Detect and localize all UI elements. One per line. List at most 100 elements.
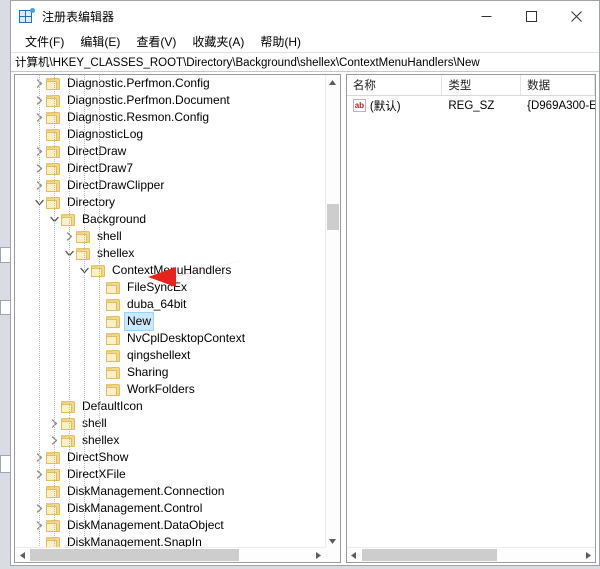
folder-icon [106,298,120,311]
tree-item-label: DefaultIcon [82,399,143,413]
menu-item-view[interactable]: 查看(V) [128,32,184,51]
tree-hscroll-thumb[interactable] [30,549,239,561]
tree-item[interactable]: FileSyncEx [15,279,326,296]
tree-item-label: New [124,312,155,331]
tree-item-label: qingshellext [127,348,191,362]
tree-item-label: DiskManagement.SnapIn [67,535,202,548]
tree-horizontal-scrollbar[interactable] [15,547,326,562]
folder-icon [76,247,90,260]
tree-vertical-scrollbar[interactable] [324,75,340,548]
tree-item-selected[interactable]: New [15,312,326,331]
tree-guide-line [54,75,55,548]
tree-item[interactable]: qingshellext [15,347,326,364]
tree-item[interactable]: Diagnostic.Resmon.Config [15,109,326,126]
folder-icon [46,111,60,124]
tree-item-label: DirectXFile [67,467,126,481]
folder-icon [76,230,90,243]
menu-item-favorites[interactable]: 收藏夹(A) [184,32,252,51]
menu-item-help[interactable]: 帮助(H) [252,32,309,51]
tree-item[interactable]: shell [15,415,326,432]
editor-body: Diagnostic.Perfmon.Config Diagnostic.Perf… [11,72,599,565]
tree-item[interactable]: DirectShow [15,449,326,466]
folder-icon [61,400,75,413]
tree-guide-line [84,75,85,548]
folder-icon [46,77,60,90]
tree-item[interactable]: DiskManagement.SnapIn [15,534,326,548]
list-hscroll-thumb[interactable] [361,549,497,561]
column-header-label: 名称 [352,80,376,92]
tree-item[interactable]: Sharing [15,364,326,381]
tree-scroll-down-arrow[interactable] [326,534,340,548]
tree-item-label: FileSyncEx [127,280,188,294]
column-header-data[interactable]: 数据 [521,75,595,95]
tree-item[interactable]: Directory [15,194,326,211]
close-button[interactable] [554,1,599,31]
folder-icon [46,94,60,107]
value-list-rows: ab (默认) REG_SZ {D969A300-E [347,96,595,115]
window-title: 注册表编辑器 [42,9,115,24]
tree-item-label: DirectDraw7 [67,161,134,175]
column-header-name[interactable]: 名称 [347,75,443,95]
tree-item[interactable]: DefaultIcon [15,398,326,415]
tree-item[interactable]: DiskManagement.Connection [15,483,326,500]
tree-scroll-thumb[interactable] [326,204,339,230]
tree-item[interactable]: Background [15,211,326,228]
maximize-button[interactable] [509,1,554,31]
folder-icon [106,315,120,328]
value-row[interactable]: ab (默认) REG_SZ {D969A300-E [347,96,595,115]
menu-item-file[interactable]: 文件(F) [17,32,72,51]
column-header-type[interactable]: 类型 [442,75,522,95]
tree-item-label: WorkFolders [127,382,195,396]
folder-icon [46,468,60,481]
tree-item[interactable]: shell [15,228,326,245]
list-scroll-left-arrow[interactable] [347,548,361,562]
value-cell-text: REG_SZ [448,99,495,112]
tree-item-label: DirectShow [67,450,129,464]
tree-item[interactable]: shellex [15,245,326,262]
screenshot-root: 注册表编辑器 文件(F) 编辑(E) 查看(V) 收藏夹(A) 帮助(H) 计算… [0,0,600,569]
tree-item[interactable]: ContextMenuHandlers [15,262,326,279]
tree-scroll-left-arrow[interactable] [15,548,29,562]
minimize-button[interactable] [464,1,509,31]
menu-item-edit[interactable]: 编辑(E) [72,32,128,51]
tree-item[interactable]: shellex [15,432,326,449]
tree-item[interactable]: NvCplDesktopContext [15,330,326,347]
address-path-text: 计算机\HKEY_CLASSES_ROOT\Directory\Backgrou… [15,57,480,69]
tree-item[interactable]: WorkFolders [15,381,326,398]
address-bar[interactable]: 计算机\HKEY_CLASSES_ROOT\Directory\Backgrou… [11,52,599,72]
string-value-icon: ab [352,99,366,112]
list-scroll-right-arrow[interactable] [581,548,595,562]
tree-item[interactable]: Diagnostic.Perfmon.Document [15,92,326,109]
title-bar: 注册表编辑器 [11,1,599,31]
tree-item[interactable]: DirectDraw7 [15,160,326,177]
folder-icon [46,145,60,158]
tree-guide-line [99,75,100,548]
tree-item-label: Directory [67,195,116,209]
tree-item-label: duba_64bit [127,297,187,311]
tree-scroll-up-arrow[interactable] [326,75,340,89]
folder-icon [46,196,60,209]
value-list-header: 名称 类型 数据 [346,75,595,96]
folder-icon [61,417,75,430]
tree-scroll-corner [325,548,340,562]
value-cell-text: (默认) [369,100,401,113]
tree-item[interactable]: DiskManagement.Control [15,500,326,517]
folder-icon [46,162,60,175]
key-tree[interactable]: Diagnostic.Perfmon.Config Diagnostic.Perf… [15,75,326,548]
tree-item[interactable]: DiskManagement.DataObject [15,517,326,534]
tree-scroll-right-arrow[interactable] [312,548,326,562]
folder-icon [46,451,60,464]
tree-item-label: DirectDrawClipper [67,178,165,192]
tree-item[interactable]: DiagnosticLog [15,126,326,143]
tree-item[interactable]: DirectDrawClipper [15,177,326,194]
tree-item-label: shellex [82,433,120,447]
tree-item[interactable]: DirectDraw [15,143,326,160]
tree-item[interactable]: DirectXFile [15,466,326,483]
list-horizontal-scrollbar[interactable] [346,547,595,562]
value-cell-type: REG_SZ [442,100,521,112]
tree-guide-line [39,75,40,548]
tree-item[interactable]: duba_64bit [15,296,326,313]
tree-item[interactable]: Diagnostic.Perfmon.Config [15,75,326,92]
tree-item-label: NvCplDesktopContext [127,331,246,345]
value-cell-text: {D969A300-E [527,99,595,112]
